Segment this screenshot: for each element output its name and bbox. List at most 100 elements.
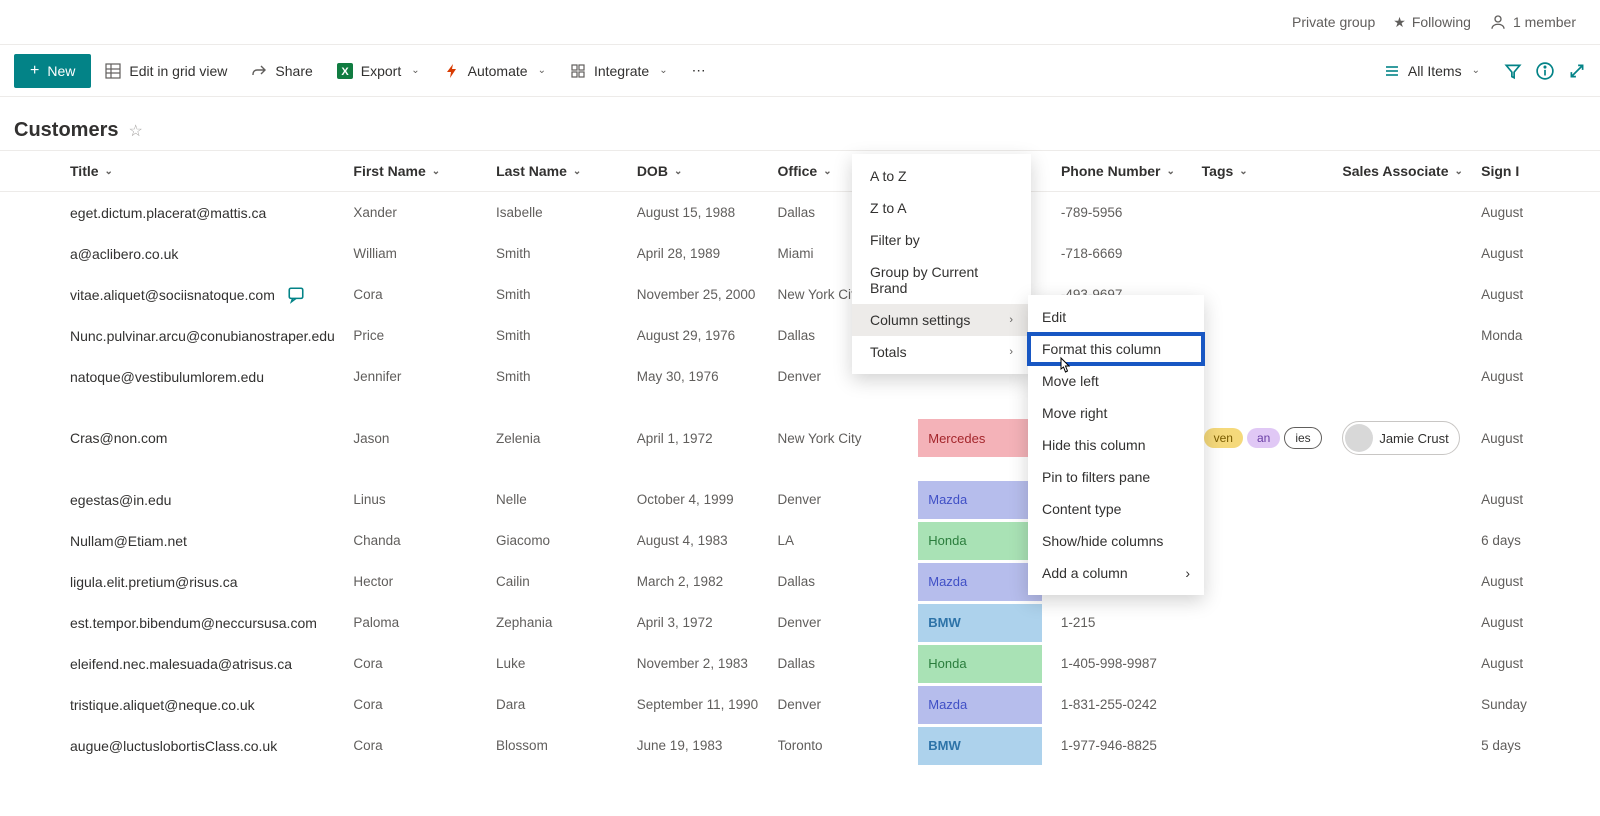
- person-icon: [1489, 13, 1507, 31]
- command-bar: + New Edit in grid view Share X Export⌄ …: [0, 45, 1600, 97]
- header-sign[interactable]: Sign I: [1481, 163, 1600, 179]
- chevron-down-icon: ⌄: [674, 166, 682, 177]
- header-title[interactable]: Title⌄: [70, 163, 353, 179]
- hide-this-column[interactable]: Hide this column: [1028, 429, 1204, 461]
- header-last-name[interactable]: Last Name⌄: [496, 163, 637, 179]
- cell-dob: September 11, 1990: [637, 697, 778, 712]
- cell-first-name: Chanda: [353, 533, 496, 548]
- grid-icon: [105, 63, 121, 79]
- cell-brand: Mazda: [918, 686, 1061, 724]
- expand-icon[interactable]: [1568, 62, 1586, 80]
- header-first-name[interactable]: First Name⌄: [353, 163, 496, 179]
- pin-to-filters[interactable]: Pin to filters pane: [1028, 461, 1204, 493]
- table-row[interactable]: eget.dictum.placerat@mattis.caXanderIsab…: [0, 192, 1600, 233]
- share-icon: [251, 63, 267, 79]
- chevron-down-icon: ⌄: [1454, 166, 1462, 177]
- edit-in-grid-button[interactable]: Edit in grid view: [95, 57, 237, 85]
- table-row[interactable]: augue@luctuslobortisClass.co.ukCoraBloss…: [0, 725, 1600, 766]
- header-dob[interactable]: DOB⌄: [637, 163, 778, 179]
- cell-sign: August: [1481, 431, 1600, 446]
- cell-sign: August: [1481, 287, 1600, 302]
- favorite-toggle[interactable]: ☆: [128, 121, 142, 141]
- cell-last-name: Cailin: [496, 574, 637, 589]
- info-icon[interactable]: [1536, 62, 1554, 80]
- cell-dob: August 29, 1976: [637, 328, 778, 343]
- table-row[interactable]: a@aclibero.co.ukWilliamSmithApril 28, 19…: [0, 233, 1600, 274]
- header-sales-associate[interactable]: Sales Associate⌄: [1342, 163, 1481, 179]
- cell-phone: -789-5956: [1061, 205, 1202, 220]
- move-right[interactable]: Move right: [1028, 397, 1204, 429]
- cell-sign: August: [1481, 492, 1600, 507]
- column-settings-submenu: Edit Format this column Move left Move r…: [1028, 295, 1204, 595]
- cell-first-name: Cora: [353, 656, 496, 671]
- view-switcher[interactable]: All Items⌄: [1374, 57, 1490, 85]
- cell-dob: August 15, 1988: [637, 205, 778, 220]
- cell-first-name: Xander: [353, 205, 496, 220]
- table-row[interactable]: eleifend.nec.malesuada@atrisus.caCoraLuk…: [0, 643, 1600, 684]
- cell-title: tristique.aliquet@neque.co.uk: [70, 697, 353, 713]
- table-row[interactable]: egestas@in.eduLinusNelleOctober 4, 1999D…: [0, 479, 1600, 520]
- tag-pill: ven: [1204, 428, 1243, 448]
- integrate-button[interactable]: Integrate⌄: [560, 57, 678, 85]
- integrate-icon: [570, 63, 586, 79]
- cell-dob: April 28, 1989: [637, 246, 778, 261]
- cell-office: Toronto: [778, 738, 919, 753]
- cell-last-name: Smith: [496, 369, 637, 384]
- table-row[interactable]: Nullam@Etiam.netChandaGiacomoAugust 4, 1…: [0, 520, 1600, 561]
- avatar-icon: [1345, 424, 1373, 452]
- sort-z-to-a[interactable]: Z to A: [852, 192, 1031, 224]
- edit-column[interactable]: Edit: [1028, 301, 1204, 333]
- cell-title: Cras@non.com: [70, 430, 353, 446]
- following-toggle[interactable]: ★Following: [1393, 14, 1471, 31]
- table-row[interactable]: vitae.aliquet@sociisnatoque.comCoraSmith…: [0, 274, 1600, 315]
- column-settings[interactable]: Column settings›: [852, 304, 1031, 336]
- person-chip[interactable]: Jamie Crust: [1342, 421, 1459, 455]
- cell-office: Denver: [778, 492, 919, 507]
- filter-by[interactable]: Filter by: [852, 224, 1031, 256]
- add-a-column[interactable]: Add a column›: [1028, 557, 1204, 589]
- list-icon: [1384, 63, 1400, 79]
- brand-tag: Mercedes: [918, 419, 1042, 457]
- comment-icon[interactable]: [287, 286, 305, 304]
- filter-icon[interactable]: [1504, 62, 1522, 80]
- header-phone[interactable]: Phone Number⌄: [1061, 163, 1202, 179]
- header-tags[interactable]: Tags⌄: [1202, 163, 1343, 179]
- automate-button[interactable]: Automate⌄: [434, 57, 556, 85]
- cell-phone: -718-6669: [1061, 246, 1202, 261]
- cell-dob: May 30, 1976: [637, 369, 778, 384]
- table-row[interactable]: est.tempor.bibendum@neccursusa.comPaloma…: [0, 602, 1600, 643]
- cell-sign: August: [1481, 615, 1600, 630]
- cell-sign: August: [1481, 369, 1600, 384]
- export-button[interactable]: X Export⌄: [327, 57, 430, 85]
- cell-brand: BMW: [918, 604, 1061, 642]
- move-left[interactable]: Move left: [1028, 365, 1204, 397]
- cell-last-name: Luke: [496, 656, 637, 671]
- cell-sign: August: [1481, 205, 1600, 220]
- group-by[interactable]: Group by Current Brand: [852, 256, 1031, 304]
- content-type[interactable]: Content type: [1028, 493, 1204, 525]
- site-header: Private group ★Following 1 member: [0, 0, 1600, 45]
- more-button[interactable]: ⋯: [682, 56, 716, 85]
- format-this-column[interactable]: Format this column: [1028, 333, 1204, 365]
- cell-first-name: Paloma: [353, 615, 496, 630]
- cell-last-name: Zelenia: [496, 431, 637, 446]
- table-row[interactable]: ligula.elit.pretium@risus.caHectorCailin…: [0, 561, 1600, 602]
- list-title: Customers: [14, 119, 118, 142]
- sort-a-to-z[interactable]: A to Z: [852, 160, 1031, 192]
- table-row[interactable]: natoque@vestibulumlorem.eduJenniferSmith…: [0, 356, 1600, 397]
- table-row[interactable]: tristique.aliquet@neque.co.ukCoraDaraSep…: [0, 684, 1600, 725]
- cell-dob: June 19, 1983: [637, 738, 778, 753]
- show-hide-columns[interactable]: Show/hide columns: [1028, 525, 1204, 557]
- table-row[interactable]: Nunc.pulvinar.arcu@conubianostraper.eduP…: [0, 315, 1600, 356]
- new-button[interactable]: + New: [14, 54, 91, 88]
- cell-dob: November 2, 1983: [637, 656, 778, 671]
- cell-title: egestas@in.edu: [70, 492, 353, 508]
- chevron-down-icon: ⌄: [105, 166, 113, 177]
- brand-tag: BMW: [918, 604, 1042, 642]
- totals[interactable]: Totals›: [852, 336, 1031, 368]
- share-button[interactable]: Share: [241, 57, 322, 85]
- brand-tag: BMW: [918, 727, 1042, 765]
- group-privacy-label: Private group: [1292, 14, 1375, 30]
- table-row[interactable]: Cras@non.comJasonZeleniaApril 1, 1972New…: [0, 397, 1600, 479]
- members-count[interactable]: 1 member: [1489, 13, 1576, 31]
